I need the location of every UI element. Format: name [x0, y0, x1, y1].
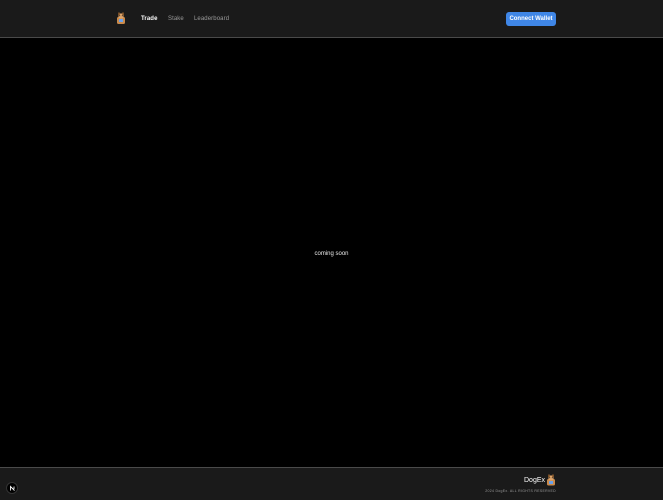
nextjs-dev-button[interactable]: [6, 482, 18, 494]
dog-avatar-icon[interactable]: [116, 12, 126, 25]
nav-trade[interactable]: Trade: [141, 15, 158, 23]
nav-leaderboard[interactable]: Leaderboard: [194, 15, 229, 23]
connect-wallet-button[interactable]: Connect Wallet: [506, 12, 556, 26]
dog-avatar-icon: [547, 474, 555, 486]
main-content: coming soon: [0, 39, 663, 467]
top-nav-bar: Trade Stake Leaderboard Connect Wallet: [0, 0, 663, 38]
coming-soon-message: coming soon: [314, 251, 349, 257]
copyright-text: 2024 DogEx. ALL RIGHTS RESERVED: [485, 489, 556, 493]
nextjs-icon: [9, 484, 15, 491]
footer: DogEx 2024 DogEx. ALL RIGHTS RESERVED: [0, 467, 663, 500]
nav-stake[interactable]: Stake: [168, 15, 184, 23]
footer-brand-name: DogEx: [524, 477, 546, 484]
